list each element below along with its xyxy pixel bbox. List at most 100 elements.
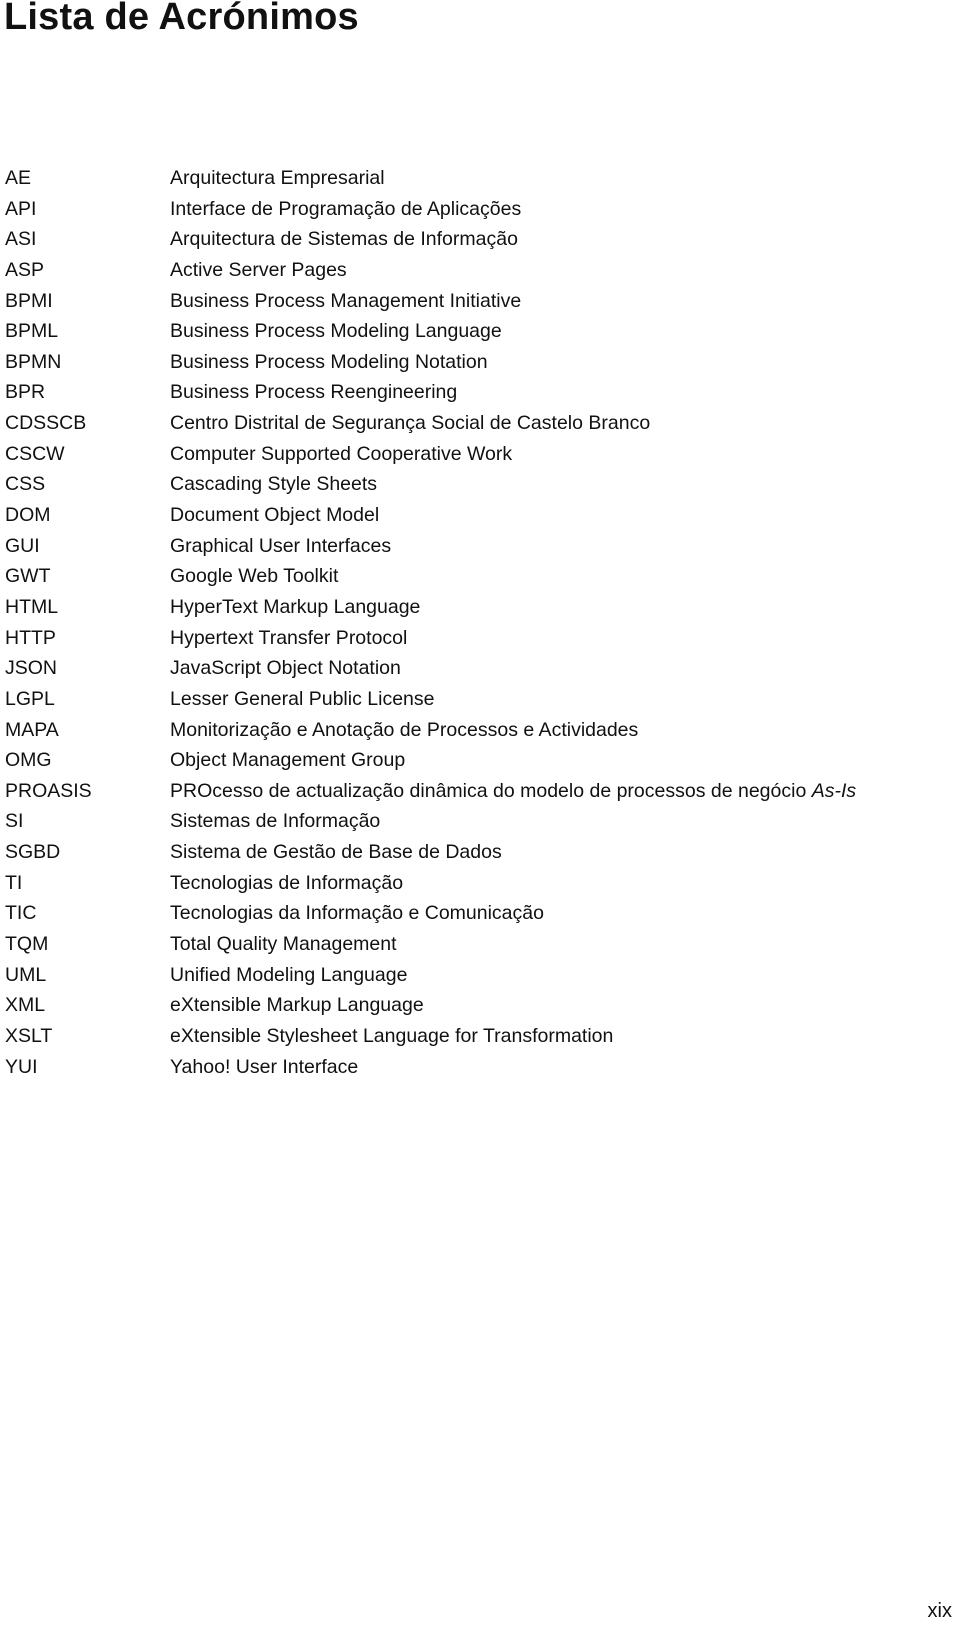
definition-text: Tecnologias da Informação e Comunicação [170, 902, 544, 925]
acronym-definition: Computer Supported Cooperative Work [170, 441, 512, 472]
acronym-definition: Centro Distrital de Segurança Social de … [170, 410, 650, 441]
acronym: BPR [5, 381, 46, 404]
acronym-row: GWT Google Web Toolkit [5, 563, 955, 594]
acronym-row: TQM Total Quality Management [5, 931, 955, 962]
definition-text: Interface de Programação de Aplicações [170, 197, 522, 220]
acronym-row: ASI Arquitectura de Sistemas de Informaçã… [5, 226, 955, 257]
acronym-row: ASP Active Server Pages [5, 257, 955, 288]
acronym-definition: JavaScript Object Notation [170, 655, 401, 686]
definition-text: Computer Supported Cooperative Work [170, 442, 513, 465]
acronym-list: AE Arquitectura Empresarial API Interface d… [5, 165, 955, 1084]
acronym: TQM [5, 933, 49, 956]
acronym: TI [5, 871, 23, 894]
acronym-definition: Google Web Toolkit [170, 563, 338, 594]
acronym-row: BPMI Business Process Management Initiati… [5, 288, 955, 319]
acronym: XSLT [5, 1024, 53, 1047]
acronym-definition: Arquitectura Empresarial [170, 165, 385, 196]
definition-text: Total Quality Management [170, 933, 397, 956]
acronym-row: YUI Yahoo! User Interface [5, 1054, 955, 1085]
acronym-definition: Tecnologias da Informação e Comunicação [170, 900, 544, 931]
acronym-row: UML Unified Modeling Language [5, 962, 955, 993]
definition-text: JavaScript Object Notation [170, 657, 401, 680]
acronym-definition: Business Process Reengineering [170, 379, 457, 410]
acronym-row: SI Sistemas de Informação [5, 808, 955, 839]
acronym-definition: Unified Modeling Language [170, 962, 407, 993]
acronym-definition: Monitorização e Anotação de Processos e … [170, 717, 638, 748]
acronym: BPMN [5, 350, 62, 373]
acronym-row: TI Tecnologias de Informação [5, 870, 955, 901]
acronym-definition: Yahoo! User Interface [170, 1054, 358, 1085]
definition-text: Hypertext Transfer Protocol [170, 626, 408, 649]
definition-text: Google Web Toolkit [170, 565, 339, 588]
acronym: CSCW [5, 442, 65, 465]
page-title: Lista de Acrónimos [4, 0, 359, 38]
acronym-definition: Interface de Programação de Aplicações [170, 196, 521, 227]
acronym: DOM [5, 504, 51, 527]
definition-text: Tecnologias de Informação [170, 871, 404, 894]
acronym: TIC [5, 902, 37, 925]
acronym-definition: Document Object Model [170, 502, 379, 533]
definition-text: Yahoo! User Interface [170, 1055, 359, 1078]
definition-text: Cascading Style Sheets [170, 473, 378, 496]
acronym-row: CSCW Computer Supported Cooperative Work [5, 441, 955, 472]
acronym: SGBD [5, 841, 61, 864]
acronym-definition: Business Process Modeling Language [170, 318, 502, 349]
acronym-row: HTML HyperText Markup Language [5, 594, 955, 625]
definition-text: Arquitectura Empresarial [170, 167, 385, 189]
definition-text: Object Management Group [170, 749, 406, 772]
acronym: BPMI [5, 289, 53, 312]
acronym: CDSSCB [5, 412, 87, 435]
acronym-definition: eXtensible Markup Language [170, 992, 424, 1023]
acronym-definition: eXtensible Stylesheet Language for Trans… [170, 1023, 613, 1054]
page-number: xix [927, 1600, 952, 1622]
definition-text: Business Process Management Initiative [170, 289, 522, 312]
acronym-row: MAPA Monitorização e Anotação de Processo… [5, 717, 955, 748]
acronym: MAPA [5, 718, 59, 741]
acronym-definition: Active Server Pages [170, 257, 347, 288]
acronym: LGPL [5, 687, 55, 710]
acronym-row: BPML Business Process Modeling Language [5, 318, 955, 349]
acronym: BPML [5, 320, 59, 343]
acronym-row: API Interface de Programação de Aplicaçõe… [5, 196, 955, 227]
definition-text: Business Process Reengineering [170, 381, 458, 404]
definition-text: Centro Distrital de Segurança Social de … [170, 412, 651, 435]
acronym-definition: Arquitectura de Sistemas de Informação [170, 226, 518, 257]
definition-text: eXtensible Markup Language [170, 994, 424, 1017]
acronym: SI [5, 810, 24, 833]
definition-text: Document Object Model [170, 504, 380, 527]
acronym-row: JSON JavaScript Object Notation [5, 655, 955, 686]
acronym-definition: Total Quality Management [170, 931, 397, 962]
definition-text: Lesser General Public License [170, 687, 435, 710]
acronym: PROASIS [5, 779, 92, 802]
definition-text: Sistemas de Informação [170, 810, 381, 833]
acronym-definition: Graphical User Interfaces [170, 533, 391, 564]
acronym-definition: Sistemas de Informação [170, 808, 380, 839]
acronym: UML [5, 963, 47, 986]
acronym: HTML [5, 595, 59, 618]
acronym-row: SGBD Sistema de Gestão de Base de Dados [5, 839, 955, 870]
acronym-row: DOM Document Object Model [5, 502, 955, 533]
acronym-row: AE Arquitectura Empresarial [5, 165, 955, 196]
definition-text: Arquitectura de Sistemas de Informação [170, 228, 518, 251]
acronym: HTTP [5, 626, 56, 649]
acronym: CSS [5, 473, 46, 496]
acronym-row: PROASIS PROcesso de actualização dinâmica… [5, 778, 955, 809]
acronym-definition: Business Process Modeling Notation [170, 349, 488, 380]
acronym-row: GUI Graphical User Interfaces [5, 533, 955, 564]
definition-text: Sistema de Gestão de Base de Dados [170, 841, 502, 864]
acronym: OMG [5, 749, 52, 772]
definition-text: eXtensible Stylesheet Language for Trans… [170, 1024, 614, 1047]
definition-text: HyperText Markup Language [170, 595, 421, 618]
acronym-definition: Lesser General Public License [170, 686, 434, 717]
acronym-definition: Hypertext Transfer Protocol [170, 625, 407, 656]
definition-text: Graphical User Interfaces [170, 534, 392, 557]
acronym-row: OMG Object Management Group [5, 747, 955, 778]
acronym: YUI [5, 1055, 38, 1078]
definition-text: Unified Modeling Language [170, 963, 408, 986]
acronym: ASP [5, 258, 45, 281]
acronym-row: LGPL Lesser General Public License [5, 686, 955, 717]
acronym-row: TIC Tecnologias da Informação e Comunicaç… [5, 900, 955, 931]
definition-text: Business Process Modeling Language [170, 320, 502, 343]
acronym: GWT [5, 565, 51, 588]
acronym-definition: Sistema de Gestão de Base de Dados [170, 839, 502, 870]
